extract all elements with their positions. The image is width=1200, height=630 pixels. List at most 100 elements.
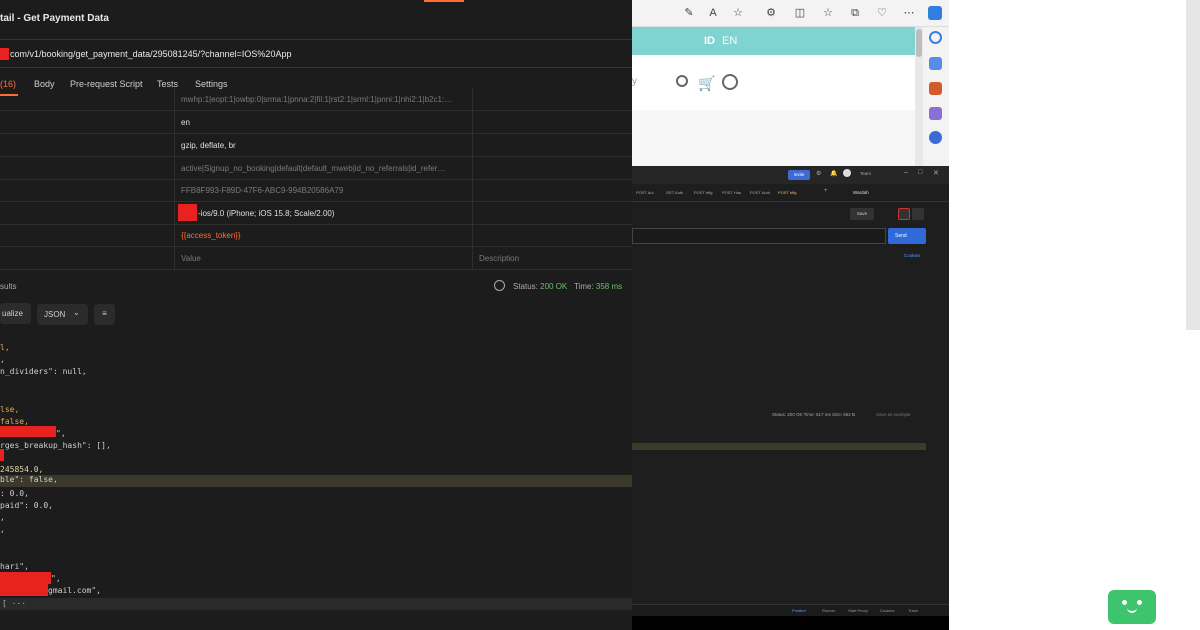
- postman-header: Invite ⚙ 🔔 Team – □ ✕: [632, 166, 949, 184]
- team-label[interactable]: Team: [860, 171, 871, 176]
- pen-icon[interactable]: ✎: [682, 6, 696, 20]
- header-value[interactable]: FFB8F993-F89D-47F6-ABC9-994B20586A79: [181, 186, 343, 195]
- request-tab-active[interactable]: POST bffg: [778, 190, 797, 195]
- header-row[interactable]: active|Signup_no_booking|default|default…: [0, 157, 632, 180]
- split-screen-icon[interactable]: ◫: [793, 6, 807, 20]
- request-tab[interactable]: POST Hau: [722, 190, 741, 195]
- collections-icon[interactable]: ⧉: [848, 6, 862, 20]
- header-row[interactable]: en: [0, 111, 632, 134]
- health-icon[interactable]: ♡: [875, 6, 889, 20]
- search-icon[interactable]: [929, 31, 942, 44]
- header-row[interactable]: FFB8F993-F89D-47F6-ABC9-994B20586A79: [0, 179, 632, 202]
- favorites-icon[interactable]: ☆: [821, 6, 835, 20]
- header-value[interactable]: active|Signup_no_booking|default|default…: [181, 164, 445, 173]
- trash-button[interactable]: Trash: [908, 608, 918, 613]
- copilot-sidebar-icon[interactable]: [929, 131, 942, 144]
- request-tab[interactable]: GET Auth: [666, 190, 683, 195]
- redaction-mark: [0, 584, 48, 596]
- cookies-link[interactable]: Cookies: [904, 253, 920, 258]
- search-icon[interactable]: [676, 75, 688, 87]
- code-line: : 0.0,: [0, 489, 29, 498]
- send-button[interactable]: Send: [888, 228, 926, 244]
- format-select[interactable]: JSON ⌄: [37, 304, 88, 325]
- header-value[interactable]: {{access_token}}: [181, 231, 241, 240]
- postman-main-window: tail - Get Payment Data com/v1/booking/g…: [0, 0, 632, 630]
- bell-icon[interactable]: 🔔: [830, 170, 837, 177]
- request-title[interactable]: tail - Get Payment Data: [0, 13, 109, 24]
- code-line: ,: [0, 513, 5, 522]
- description-placeholder[interactable]: Description: [479, 254, 519, 263]
- environment-select[interactable]: Wardah: [853, 190, 869, 195]
- chevron-down-icon: ⌄: [73, 308, 80, 317]
- request-url-input[interactable]: [632, 228, 886, 244]
- runner-button[interactable]: Runner: [822, 608, 835, 613]
- request-tab[interactable]: POST bffg: [694, 190, 713, 195]
- wrap-lines-icon[interactable]: ≡: [94, 304, 115, 325]
- tag-icon[interactable]: [929, 57, 942, 70]
- format-label: JSON: [44, 310, 66, 319]
- header-row[interactable]: -ios/9.0 (iPhone; iOS 15.8; Scale/2.00): [0, 202, 632, 225]
- redaction-mark: [0, 48, 9, 60]
- request-url[interactable]: com/v1/booking/get_payment_data/29508124…: [10, 49, 291, 59]
- start-proxy-button[interactable]: Start Proxy: [848, 608, 868, 613]
- page-scrollbar-right[interactable]: [1186, 0, 1200, 330]
- invite-button[interactable]: Invite: [788, 170, 810, 180]
- add-tab-icon[interactable]: +: [824, 188, 828, 194]
- header-value[interactable]: gzip, deflate, br: [181, 141, 236, 150]
- copilot-icon[interactable]: [928, 6, 942, 20]
- code-line-highlighted: ble": false,: [0, 475, 632, 487]
- time-label: Time:: [573, 282, 594, 291]
- edit-icon[interactable]: [898, 208, 910, 220]
- code-line: lse,: [0, 405, 20, 414]
- edge-sidebar: [923, 27, 949, 166]
- collapsed-array-row[interactable]: [ ···: [0, 598, 632, 610]
- page-scrollbar[interactable]: [915, 27, 923, 166]
- collapsed-indicator[interactable]: [ ···: [2, 599, 26, 608]
- games-icon[interactable]: [929, 107, 942, 120]
- request-tab[interactable]: POST Aul: [636, 190, 654, 195]
- star-icon[interactable]: ☆: [731, 6, 745, 20]
- close-icon[interactable]: ✕: [933, 169, 939, 177]
- results-label: sults: [0, 282, 17, 291]
- redaction-mark: [0, 449, 4, 461]
- request-tab[interactable]: POST Auth: [750, 190, 770, 195]
- code-line: gmail.com",: [48, 586, 101, 595]
- header-row[interactable]: gzip, deflate, br: [0, 134, 632, 157]
- redaction-mark: [0, 572, 51, 584]
- lang-en[interactable]: EN: [722, 35, 737, 47]
- active-tab-indicator: [424, 0, 464, 2]
- url-bar[interactable]: com/v1/booking/get_payment_data/29508124…: [0, 41, 632, 68]
- header-value[interactable]: -ios/9.0 (iPhone; iOS 15.8; Scale/2.00): [198, 209, 335, 218]
- read-aloud-icon[interactable]: A: [706, 6, 720, 20]
- code-line: n_dividers": null,: [0, 367, 87, 376]
- lang-id[interactable]: ID: [704, 35, 715, 47]
- toolbox-icon[interactable]: [929, 82, 942, 95]
- minimize-icon[interactable]: –: [904, 169, 908, 176]
- save-button[interactable]: Save: [850, 208, 874, 220]
- visualize-button[interactable]: ualize: [0, 303, 31, 324]
- redaction-mark: [178, 204, 197, 221]
- globe-icon[interactable]: [494, 280, 505, 291]
- extensions-icon[interactable]: ⚙: [764, 6, 778, 20]
- chat-widget-button[interactable]: [1108, 590, 1156, 624]
- header-row-empty[interactable]: Value Description: [0, 247, 632, 270]
- value-placeholder[interactable]: Value: [181, 254, 201, 263]
- maximize-icon[interactable]: □: [918, 169, 922, 176]
- response-bar: sults Status: 200 OK Time: 358 ms: [0, 277, 632, 297]
- postbot-button[interactable]: Postbot: [792, 608, 806, 613]
- user-icon[interactable]: [722, 74, 738, 90]
- more-icon[interactable]: ⋯: [902, 6, 916, 20]
- chatbot-smile-icon: [1127, 608, 1137, 613]
- comment-icon[interactable]: [912, 208, 924, 220]
- cart-icon[interactable]: 🛒: [698, 75, 715, 92]
- header-value[interactable]: en: [181, 118, 190, 127]
- header-value[interactable]: mwhp:1|eopt:1|owbp:0|srma:1|pnna:2|fil:1…: [181, 95, 452, 104]
- secondary-screen: ✎ A ☆ ⚙ ◫ ☆ ⧉ ♡ ⋯ ID EN 🛒 y Invite ⚙ 🔔 T…: [632, 0, 949, 630]
- save-as-example[interactable]: Save as example: [876, 412, 911, 417]
- header-row[interactable]: mwhp:1|eopt:1|owbp:0|srma:1|pnna:2|fil:1…: [0, 88, 632, 111]
- cookies-button[interactable]: Cookies: [880, 608, 894, 613]
- header-row[interactable]: {{access_token}}: [0, 224, 632, 247]
- site-body: [632, 110, 915, 166]
- settings-icon[interactable]: ⚙: [816, 170, 821, 177]
- avatar[interactable]: [843, 169, 851, 177]
